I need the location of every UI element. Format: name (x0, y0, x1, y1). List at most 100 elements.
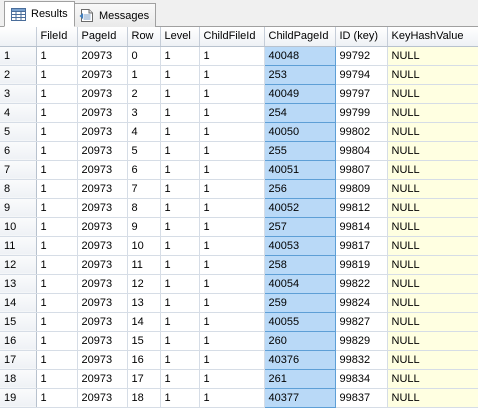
cell-childfileid[interactable]: 1 (199, 84, 265, 104)
cell-childfileid[interactable]: 1 (199, 198, 265, 218)
row-number[interactable]: 17 (0, 350, 37, 370)
cell-level[interactable]: 1 (160, 388, 200, 408)
cell-id-key[interactable]: 99804 (335, 141, 388, 161)
row-number[interactable]: 14 (0, 293, 37, 313)
cell-id-key[interactable]: 99827 (335, 312, 388, 332)
cell-id-key[interactable]: 99834 (335, 369, 388, 389)
cell-childfileid[interactable]: 1 (199, 350, 265, 370)
cell-fileid[interactable]: 1 (36, 198, 78, 218)
table-row[interactable]: 16 1 20973 15 1 1 260 99829 NULL (0, 330, 478, 351)
cell-fileid[interactable]: 1 (36, 388, 78, 408)
table-row[interactable]: 17 1 20973 16 1 1 40376 99832 NULL (0, 349, 478, 370)
cell-id-key[interactable]: 99837 (335, 388, 388, 408)
cell-row[interactable]: 3 (127, 103, 161, 123)
cell-id-key[interactable]: 99814 (335, 217, 388, 237)
cell-fileid[interactable]: 1 (36, 274, 78, 294)
row-number[interactable]: 10 (0, 217, 37, 237)
cell-level[interactable]: 1 (160, 236, 200, 256)
cell-id-key[interactable]: 99822 (335, 274, 388, 294)
cell-level[interactable]: 1 (160, 198, 200, 218)
cell-pageid[interactable]: 20973 (77, 274, 128, 294)
cell-keyhashvalue[interactable]: NULL (387, 160, 478, 180)
table-row[interactable]: 3 1 20973 2 1 1 40049 99797 NULL (0, 83, 478, 104)
cell-childfileid[interactable]: 1 (199, 122, 265, 142)
cell-keyhashvalue[interactable]: NULL (387, 369, 478, 389)
cell-level[interactable]: 1 (160, 179, 200, 199)
cell-level[interactable]: 1 (160, 255, 200, 275)
cell-row[interactable]: 8 (127, 198, 161, 218)
cell-childpageid[interactable]: 40051 (263, 159, 336, 180)
row-number[interactable]: 13 (0, 274, 37, 294)
cell-childpageid[interactable]: 256 (263, 178, 336, 199)
cell-row[interactable]: 9 (127, 217, 161, 237)
row-number[interactable]: 16 (0, 331, 37, 351)
cell-row[interactable]: 10 (127, 236, 161, 256)
cell-childpageid[interactable]: 261 (263, 368, 336, 389)
cell-fileid[interactable]: 1 (36, 141, 78, 161)
cell-level[interactable]: 1 (160, 46, 200, 66)
cell-pageid[interactable]: 20973 (77, 331, 128, 351)
cell-keyhashvalue[interactable]: NULL (387, 293, 478, 313)
cell-childfileid[interactable]: 1 (199, 141, 265, 161)
column-header-id-key[interactable]: ID (key) (335, 27, 388, 47)
cell-childpageid[interactable]: 40049 (263, 83, 336, 104)
cell-keyhashvalue[interactable]: NULL (387, 122, 478, 142)
table-row[interactable]: 15 1 20973 14 1 1 40055 99827 NULL (0, 311, 478, 332)
cell-row[interactable]: 17 (127, 369, 161, 389)
cell-childpageid[interactable]: 258 (263, 254, 336, 275)
cell-level[interactable]: 1 (160, 65, 200, 85)
row-number[interactable]: 2 (0, 65, 37, 85)
table-row[interactable]: 18 1 20973 17 1 1 261 99834 NULL (0, 368, 478, 389)
table-row[interactable]: 10 1 20973 9 1 1 257 99814 NULL (0, 216, 478, 237)
cell-childpageid[interactable]: 40054 (263, 273, 336, 294)
cell-row[interactable]: 14 (127, 312, 161, 332)
cell-keyhashvalue[interactable]: NULL (387, 255, 478, 275)
column-header-row[interactable]: Row (127, 27, 161, 47)
cell-level[interactable]: 1 (160, 103, 200, 123)
cell-pageid[interactable]: 20973 (77, 217, 128, 237)
cell-pageid[interactable]: 20973 (77, 255, 128, 275)
cell-childpageid[interactable]: 260 (263, 330, 336, 351)
cell-fileid[interactable]: 1 (36, 236, 78, 256)
cell-fileid[interactable]: 1 (36, 293, 78, 313)
table-row[interactable]: 11 1 20973 10 1 1 40053 99817 NULL (0, 235, 478, 256)
cell-childfileid[interactable]: 1 (199, 46, 265, 66)
row-number[interactable]: 6 (0, 141, 37, 161)
cell-childfileid[interactable]: 1 (199, 160, 265, 180)
tab-results[interactable]: Results (4, 1, 75, 27)
cell-fileid[interactable]: 1 (36, 217, 78, 237)
column-header-pageid[interactable]: PageId (77, 27, 128, 47)
cell-level[interactable]: 1 (160, 369, 200, 389)
table-row[interactable]: 8 1 20973 7 1 1 256 99809 NULL (0, 178, 478, 199)
cell-keyhashvalue[interactable]: NULL (387, 217, 478, 237)
results-grid[interactable]: FileId PageId Row Level ChildFileId Chil… (0, 27, 478, 413)
cell-childfileid[interactable]: 1 (199, 217, 265, 237)
row-number[interactable]: 4 (0, 103, 37, 123)
row-number[interactable]: 18 (0, 369, 37, 389)
cell-keyhashvalue[interactable]: NULL (387, 236, 478, 256)
cell-keyhashvalue[interactable]: NULL (387, 388, 478, 408)
cell-pageid[interactable]: 20973 (77, 312, 128, 332)
cell-fileid[interactable]: 1 (36, 103, 78, 123)
cell-pageid[interactable]: 20973 (77, 46, 128, 66)
cell-id-key[interactable]: 99817 (335, 236, 388, 256)
tab-messages[interactable]: Messages (72, 3, 157, 27)
cell-level[interactable]: 1 (160, 331, 200, 351)
cell-row[interactable]: 15 (127, 331, 161, 351)
cell-fileid[interactable]: 1 (36, 369, 78, 389)
cell-row[interactable]: 18 (127, 388, 161, 408)
cell-pageid[interactable]: 20973 (77, 179, 128, 199)
cell-row[interactable]: 13 (127, 293, 161, 313)
cell-level[interactable]: 1 (160, 141, 200, 161)
cell-fileid[interactable]: 1 (36, 350, 78, 370)
cell-id-key[interactable]: 99792 (335, 46, 388, 66)
column-header-fileid[interactable]: FileId (36, 27, 78, 47)
cell-id-key[interactable]: 99824 (335, 293, 388, 313)
cell-keyhashvalue[interactable]: NULL (387, 179, 478, 199)
cell-fileid[interactable]: 1 (36, 255, 78, 275)
cell-pageid[interactable]: 20973 (77, 84, 128, 104)
cell-childpageid[interactable]: 40048 (263, 45, 336, 66)
cell-row[interactable]: 12 (127, 274, 161, 294)
cell-childpageid[interactable]: 40376 (263, 349, 336, 370)
cell-level[interactable]: 1 (160, 274, 200, 294)
